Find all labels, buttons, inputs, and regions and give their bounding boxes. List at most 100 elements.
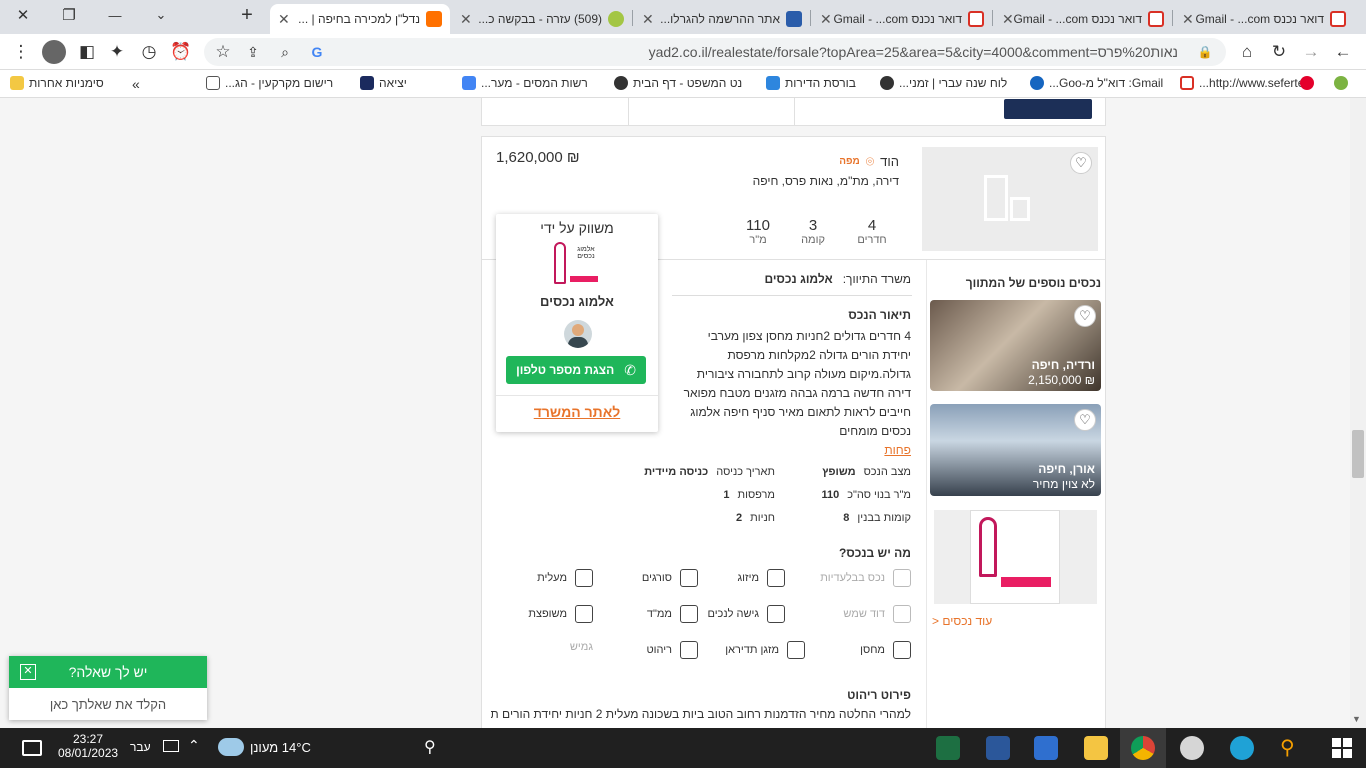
bookmark-huawei-icon[interactable] (1300, 76, 1314, 90)
profile-avatar[interactable] (42, 40, 66, 64)
chat-widget[interactable]: יש לך שאלה? ✕ הקלד את שאלתך כאן (9, 656, 207, 720)
listing-details-panel: נכסים נוספים של המתווך ♡ ורדיה, חיפה ₪ 2… (481, 214, 1106, 728)
bookmark-star-icon[interactable]: ☆ (212, 41, 234, 63)
tab-search-chevron-icon[interactable]: ⌄ (138, 0, 184, 30)
tray-chevron-icon[interactable]: ⌃ (188, 737, 200, 754)
agency-site-link[interactable]: לאתר המשרד (496, 404, 658, 420)
feature-accessible: גישה לנכים (707, 605, 785, 623)
file-explorer-icon[interactable] (1084, 736, 1108, 760)
close-tab-icon[interactable]: ✕ (1002, 11, 1014, 28)
previous-listing-card[interactable] (481, 98, 1106, 126)
zoom-icon[interactable]: ⌕ (274, 41, 296, 63)
furniture-icon (680, 641, 698, 659)
url-text[interactable]: yad2.co.il/realestate/forsale?topArea=25… (649, 44, 1178, 60)
start-windows-icon[interactable] (1332, 738, 1352, 758)
elevator-icon (575, 569, 593, 587)
close-tab-icon[interactable]: ✕ (820, 11, 832, 28)
agency-name: אלמוג נכסים (540, 294, 614, 309)
minimize-window-icon[interactable]: — (92, 0, 138, 30)
less-link[interactable]: פחות (671, 441, 911, 460)
new-tab-button[interactable]: + (224, 0, 270, 30)
agency-logo (970, 510, 1060, 604)
box-icon (893, 641, 911, 659)
back-icon[interactable]: ← (1332, 41, 1354, 63)
notifications-icon[interactable] (22, 740, 42, 756)
chat-header[interactable]: יש לך שאלה? (9, 656, 207, 688)
bookmark-tax[interactable]: רשות המסים - מער... (462, 76, 588, 90)
history-icon[interactable]: ◷ (138, 41, 160, 63)
sidebar-agency-ad[interactable] (934, 510, 1097, 604)
yad2-favicon-icon (426, 11, 442, 27)
agency-card-title: משווק על ידי (540, 220, 614, 236)
bookmark-court[interactable]: נט המשפט - דף הבית (614, 76, 742, 90)
clock[interactable]: 23:27 08/01/2023 (58, 732, 118, 760)
sidebar-listing-1[interactable]: ♡ ורדיה, חיפה ₪ 2,150,000 (930, 300, 1101, 391)
more-properties-link[interactable]: עוד נכסים < (932, 614, 992, 628)
globe-icon (614, 76, 628, 90)
home-icon[interactable]: ⌂ (1236, 41, 1258, 63)
battery-icon[interactable] (163, 740, 179, 752)
chrome-icon[interactable] (1131, 736, 1155, 760)
scroll-down-arrow-icon[interactable]: ▼ (1352, 714, 1361, 724)
word-icon[interactable] (986, 736, 1010, 760)
close-tab-icon[interactable]: ✕ (642, 11, 654, 28)
tab-lottery[interactable]: אתר ההרשמה להגרלו... ✕ (634, 4, 810, 34)
restore-window-icon[interactable]: ❐ (46, 0, 92, 30)
paint-icon[interactable] (1180, 736, 1204, 760)
bookmark-land-registry[interactable]: רישום מקרקעין - הג... (206, 76, 333, 90)
map-link[interactable]: מפה (839, 156, 860, 167)
tab-gmail-2[interactable]: דואר נכנס Gmail - ...com ✕ (994, 4, 1172, 34)
tab-yad2[interactable]: נדל"ן למכירה בחיפה | ... ✕ (270, 4, 450, 34)
google-lens-icon[interactable]: G (306, 41, 328, 63)
property-image-placeholder[interactable]: ♡ (922, 147, 1098, 251)
page-scrollbar[interactable] (1350, 98, 1366, 728)
language-indicator[interactable]: עבר (130, 740, 151, 754)
tab-gmail-3[interactable]: דואר נכנס Gmail - ...com ✕ (1174, 4, 1354, 34)
favorite-heart-icon[interactable]: ♡ (1074, 409, 1096, 431)
close-tab-icon[interactable]: ✕ (1182, 11, 1194, 28)
scrollbar-thumb[interactable] (1352, 430, 1364, 478)
close-tab-icon[interactable]: ✕ (460, 11, 472, 28)
tab-gmail-1[interactable]: דואר נכנס Gmail - ...com ✕ (812, 4, 992, 34)
globe-icon (880, 76, 894, 90)
chat-input[interactable]: הקלד את שאלתך כאן (9, 688, 207, 720)
people-icon[interactable]: ⚲ (424, 737, 436, 757)
close-window-icon[interactable]: ✕ (0, 0, 46, 30)
close-tab-icon[interactable]: ✕ (278, 11, 290, 28)
side-panel-icon[interactable]: ◧ (76, 41, 98, 63)
favorite-heart-icon[interactable]: ♡ (1070, 152, 1092, 174)
tab-title: דואר נכנס Gmail - ...com (1013, 12, 1142, 26)
spec-parking: חניות 2 (736, 512, 775, 524)
sidebar-listing-2[interactable]: ♡ אורן, חיפה לא צוין מחיר (930, 404, 1101, 496)
tab-title: אתר ההרשמה להגרלו... (660, 12, 780, 26)
forward-icon[interactable]: → (1300, 41, 1322, 63)
menu-kebab-icon[interactable]: ⋮ (10, 41, 32, 63)
listing-subtitle: דירה, מת"מ, נאות פרס, חיפה (752, 174, 899, 188)
weather-text[interactable]: 14°C מעונן (250, 740, 311, 755)
bookmark-gmail[interactable]: Gmail: דוא"ל מ-Goo... (1030, 76, 1163, 90)
edge-icon[interactable] (1230, 736, 1254, 760)
bookmark-apartments[interactable]: בורסת הדירות (766, 76, 856, 90)
bookmark-calendar[interactable]: לוח שנה עברי | זמני... (880, 76, 1007, 90)
reload-icon[interactable]: ↻ (1268, 41, 1290, 63)
chat-close-icon[interactable]: ✕ (20, 664, 36, 680)
show-phone-button[interactable]: ✆ הצגת מספר טלפון (506, 356, 646, 384)
bookmark-exit[interactable]: יציאה (360, 76, 407, 90)
share-icon[interactable]: ⇪ (242, 41, 264, 63)
lock-icon[interactable]: 🔒 (1194, 41, 1216, 63)
snowflake-icon (767, 569, 785, 587)
bookmark-green-icon[interactable] (1334, 76, 1348, 90)
extensions-puzzle-icon[interactable]: ✦ (106, 41, 128, 63)
taskbar: 23:27 08/01/2023 עבר ⌃ 14°C מעונן ⚲ ⚲ (0, 728, 1366, 768)
app-icon[interactable] (1034, 736, 1058, 760)
favorite-heart-icon[interactable]: ♡ (1074, 305, 1096, 327)
search-icon[interactable]: ⚲ (1280, 735, 1295, 760)
extension-clock-icon[interactable]: ⏰ (170, 41, 192, 63)
excel-icon[interactable] (936, 736, 960, 760)
tab-help[interactable]: (509) עזרה - בבקשה כ... ✕ (452, 4, 632, 34)
bookmark-sefertek[interactable]: http://www.sefertek... (1180, 76, 1310, 90)
map-pin-icon[interactable]: ⌾ (866, 153, 874, 170)
bookmark-other[interactable]: סימניות אחרות (10, 76, 104, 90)
omnibox[interactable]: ☆ ⇪ ⌕ G yad2.co.il/realestate/forsale?to… (204, 38, 1226, 66)
bookmarks-overflow-icon[interactable]: » (132, 76, 140, 92)
